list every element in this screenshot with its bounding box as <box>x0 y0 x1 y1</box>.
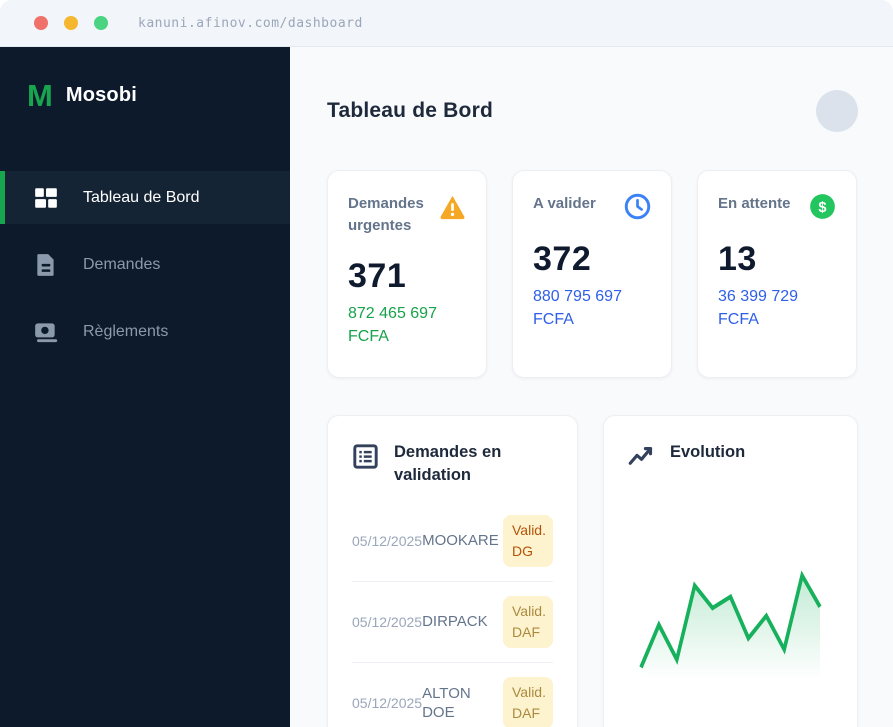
row-date: 05/12/2025 <box>352 533 423 550</box>
stat-amount: 36 399 729 FCFA <box>718 288 799 329</box>
validation-panel: Demandes en validation 05/12/2025 MOOKAR… <box>327 415 578 727</box>
chart-area-fill <box>641 575 820 685</box>
evolution-panel: Evolution <box>603 415 858 727</box>
row-name: ALTON DOE <box>422 684 471 722</box>
minimize-window-button[interactable] <box>64 16 78 30</box>
evolution-panel-title: Evolution <box>670 443 746 461</box>
sidebar-item-tableau-de-bord[interactable]: Tableau de Bord <box>0 171 290 224</box>
maximize-window-button[interactable] <box>94 16 108 30</box>
validation-row[interactable]: 05/12/2025 MOOKARE Valid. DG <box>352 501 553 583</box>
sidebar-item-demandes[interactable]: Demandes <box>0 238 290 291</box>
evolution-chart <box>628 562 833 685</box>
dashboard-icon <box>33 185 59 211</box>
stats-row: Demandes urgentes 371 872 465 697 FCFA A… <box>327 170 858 378</box>
status-badge: Valid. DAF <box>503 677 553 727</box>
document-icon <box>33 252 59 278</box>
logo-name: Mosobi <box>65 84 138 106</box>
browser-chrome: kanuni.afinov.com/dashboard <box>0 0 893 47</box>
avatar[interactable] <box>816 90 858 132</box>
validation-panel-title: Demandes en validation <box>394 443 502 485</box>
warning-triangle-icon <box>439 193 466 220</box>
sidebar-item-reglements[interactable]: Règlements <box>0 305 290 358</box>
stat-card-demandes-urgentes: Demandes urgentes 371 872 465 697 FCFA <box>327 170 487 378</box>
stat-amount: 880 795 697 FCFA <box>533 288 622 329</box>
browser-window: kanuni.afinov.com/dashboard M Mosobi Tab… <box>0 0 893 727</box>
dollar-circle-icon: $ <box>809 193 836 220</box>
stat-label: En attente <box>718 195 791 212</box>
validation-row[interactable]: 05/12/2025 DIRPACK Valid. DAF <box>352 582 553 664</box>
page-title: Tableau de Bord <box>327 99 493 122</box>
stat-label: A valider <box>533 195 596 212</box>
row-date: 05/12/2025 <box>352 695 423 712</box>
page-header: Tableau de Bord <box>327 90 858 132</box>
stat-card-a-valider: A valider 372 880 795 697 FCFA <box>512 170 672 378</box>
stat-card-en-attente: En attente $ 13 36 399 729 FCFA <box>697 170 857 378</box>
stat-amount: 872 465 697 FCFA <box>348 304 437 345</box>
main-content: Tableau de Bord Demandes urgentes 371 87… <box>290 47 893 727</box>
lower-row: Demandes en validation 05/12/2025 MOOKAR… <box>327 415 858 727</box>
row-name: MOOKARE <box>422 532 499 550</box>
sidebar-menu: Tableau de Bord Demandes Règlements <box>0 171 290 358</box>
window-controls <box>34 16 108 30</box>
row-date: 05/12/2025 <box>352 614 423 631</box>
sidebar-item-label: Tableau de Bord <box>83 188 200 206</box>
status-badge: Valid. DAF <box>503 596 553 649</box>
stat-value: 372 <box>533 240 592 278</box>
stat-value: 13 <box>718 240 757 278</box>
logo: M Mosobi <box>0 47 290 111</box>
list-icon <box>352 443 379 470</box>
clock-icon <box>624 193 651 220</box>
svg-text:$: $ <box>818 200 826 216</box>
sidebar: M Mosobi Tableau de Bord Demandes Règlem… <box>0 47 290 727</box>
row-name: DIRPACK <box>422 613 488 631</box>
validation-rows: 05/12/2025 MOOKARE Valid. DG 05/12/2025 … <box>352 501 553 727</box>
trending-line-icon <box>628 443 655 470</box>
payments-icon <box>33 319 59 345</box>
status-badge: Valid. DG <box>503 515 553 568</box>
stat-value: 371 <box>348 256 407 295</box>
close-window-button[interactable] <box>34 16 48 30</box>
validation-row[interactable]: 05/12/2025 ALTON DOE Valid. DAF <box>352 663 553 727</box>
address-bar[interactable]: kanuni.afinov.com/dashboard <box>138 16 363 31</box>
logo-mark: M <box>27 78 53 113</box>
sidebar-item-label: Règlements <box>83 322 169 340</box>
sidebar-item-label: Demandes <box>83 255 161 273</box>
stat-label: Demandes urgentes <box>348 195 424 234</box>
